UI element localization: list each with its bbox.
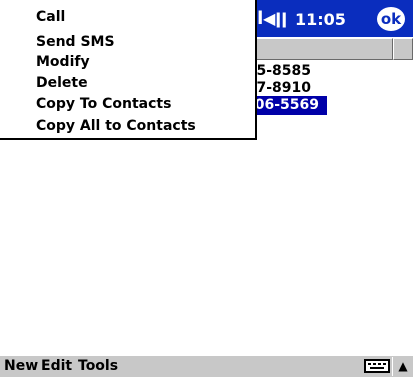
menu-item-delete[interactable]: Delete <box>36 74 88 92</box>
context-menu: Call Send SMS Modify Delete Copy To Cont… <box>0 0 257 140</box>
menu-tools[interactable]: Tools <box>78 357 118 375</box>
menu-item-call[interactable]: Call <box>36 8 65 26</box>
keyboard-icon[interactable] <box>364 359 390 373</box>
menu-item-modify[interactable]: Modify <box>36 53 90 71</box>
menu-new[interactable]: New <box>4 357 38 375</box>
menu-bar: New Edit Tools ▲ <box>0 355 413 377</box>
menu-item-copy-to-contacts[interactable]: Copy To Contacts <box>36 95 171 113</box>
menu-item-copy-all-to-contacts[interactable]: Copy All to Contacts <box>36 117 196 135</box>
speaker-icon[interactable]: ◀ǀǀ <box>263 9 287 29</box>
menu-edit[interactable]: Edit <box>41 357 72 375</box>
clock[interactable]: 11:05 <box>295 10 346 30</box>
chevron-up-icon[interactable]: ▲ <box>392 357 413 376</box>
ok-button[interactable]: ok <box>377 7 405 31</box>
column-header-extra[interactable] <box>393 38 413 60</box>
menu-item-send-sms[interactable]: Send SMS <box>36 33 115 51</box>
